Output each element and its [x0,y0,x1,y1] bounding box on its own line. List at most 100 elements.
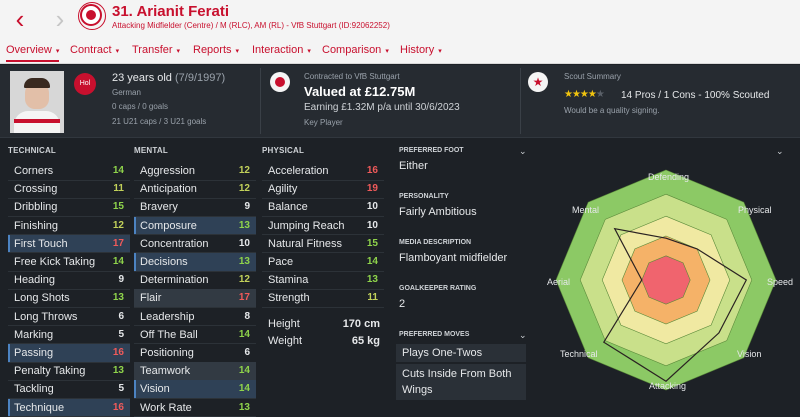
tab-overview[interactable]: Overview ▾ [6,44,60,62]
attribute-value: 17 [112,237,124,249]
attribute-name: Dribbling [14,201,58,214]
attribute-row[interactable]: Decisions 13 [134,253,256,271]
attribute-row[interactable]: Agility 19 [262,180,384,198]
attribute-radar: ⌄ [532,146,800,417]
attribute-name: Free Kick Taking [14,256,96,268]
attribute-name: Long Throws [14,310,78,323]
height-label: Height [268,318,300,330]
attribute-row[interactable]: Marking 5 [8,326,130,344]
attribute-value: 13 [238,219,250,231]
attribute-name: Acceleration [268,165,329,177]
attribute-row[interactable]: Aggression 12 [134,162,256,180]
chevron-down-icon: ▾ [385,48,389,55]
attribute-value: 17 [238,292,250,304]
attribute-value: 12 [238,165,250,176]
attribute-name: Composure [140,219,197,232]
attribute-row[interactable]: Heading 9 [8,271,130,289]
attribute-row[interactable]: Composure 13 [134,216,256,235]
tab-contract[interactable]: Contract ▾ [70,44,119,56]
attribute-row[interactable]: Stamina 13 [262,271,384,289]
attribute-name: Strength [268,292,310,305]
attribute-row[interactable]: Anticipation 12 [134,180,256,198]
player-subtitle: Attacking Midfielder (Centre) / M (RLC),… [112,21,390,30]
chevron-down-icon: ▾ [115,48,120,55]
attribute-row[interactable]: Tackling 5 [8,380,130,398]
attribute-name: Agility [268,183,298,196]
attribute-row[interactable]: Leadership 8 [134,308,256,326]
attribute-row[interactable]: Natural Fitness 15 [262,235,384,253]
radar-chart [555,169,777,391]
personality-label: PERSONALITY [399,193,449,200]
player-age: 23 years old (7/9/1997) [112,72,226,84]
technical-title: TECHNICAL [8,146,57,155]
forward-icon[interactable]: › [48,6,72,32]
attribute-row[interactable]: Bravery 9 [134,198,256,216]
attribute-row[interactable]: Flair 17 [134,289,256,308]
tab-history[interactable]: History ▾ [400,44,442,56]
attribute-row[interactable]: Jumping Reach 10 [262,217,384,235]
attribute-row[interactable]: Dribbling 15 [8,198,130,216]
attribute-name: First Touch [14,237,68,250]
attribute-name: Finishing [14,219,59,232]
attribute-row[interactable]: Teamwork 14 [134,362,256,381]
attribute-row[interactable]: Crossing 11 [8,180,130,198]
attribute-row[interactable]: Passing 16 [8,344,130,362]
attribute-name: Positioning [140,347,194,359]
attribute-value: 14 [366,256,378,267]
tab-comparison[interactable]: Comparison ▾ [322,44,389,56]
attribute-name: Marking [14,328,54,341]
attribute-value: 10 [366,219,378,231]
preferred-move: Cuts Inside From Both Wings [396,364,526,400]
attribute-row[interactable]: Corners 14 [8,162,130,180]
attribute-value: 11 [367,292,378,304]
attribute-row[interactable]: Strength 11 [262,289,384,307]
chevron-down-icon[interactable]: ⌄ [519,330,527,341]
attribute-row[interactable]: Finishing 12 [8,217,130,235]
weight-label: Weight [268,335,303,347]
attribute-name: Bravery [140,201,178,214]
radar-label-mental: Mental [572,205,600,215]
contract-club-icon [270,72,290,92]
attribute-name: Long Shots [14,292,70,305]
attribute-row[interactable]: Balance 10 [262,198,384,216]
attribute-row[interactable]: Work Rate 13 [134,399,256,417]
chevron-down-icon[interactable]: ⌄ [519,146,527,157]
attribute-row[interactable]: Technique 16 [8,398,130,417]
attribute-value: 15 [366,237,378,249]
goalkeeper-rating: 2 [399,298,406,310]
player-photo [10,71,64,133]
squad-status: Key Player [304,118,343,127]
attribute-row[interactable]: Determination 12 [134,271,256,289]
attribute-row[interactable]: Free Kick Taking 14 [8,253,130,271]
tab-interaction[interactable]: Interaction ▾ [252,44,311,56]
attribute-row[interactable]: First Touch 17 [8,234,130,253]
club-badge-icon[interactable] [78,2,106,30]
attribute-row[interactable]: Positioning 6 [134,344,256,362]
chevron-down-icon[interactable]: ⌄ [776,146,784,157]
tab-reports[interactable]: Reports ▾ [193,44,239,56]
chevron-down-icon: ▾ [55,48,60,55]
attribute-value: 14 [238,365,250,377]
scout-star-rating: ★★★★★ [564,89,605,100]
radar-label-attacking: Attacking [649,381,687,391]
nation-flag-icon[interactable]: Hol [74,73,96,95]
u21-caps: 21 U21 caps / 3 U21 goals [112,117,207,126]
attribute-row[interactable]: Off The Ball 14 [134,326,256,344]
attribute-value: 13 [112,292,124,304]
attribute-value: 19 [366,183,378,195]
attribute-name: Technique [14,401,65,414]
attribute-row[interactable]: Vision 14 [134,380,256,399]
attribute-row[interactable]: Long Shots 13 [8,289,130,307]
attribute-row[interactable]: Pace 14 [262,253,384,271]
star-icon: ★ [528,72,548,92]
attribute-row[interactable]: Concentration 10 [134,235,256,253]
attribute-row[interactable]: Acceleration 16 [262,162,384,180]
radar-label-vision: Vision [737,349,762,359]
player-value: Valued at £12.75M [304,84,416,99]
attribute-name: Passing [14,347,54,359]
attribute-row[interactable]: Penalty Taking 13 [8,362,130,380]
tab-transfer[interactable]: Transfer ▾ [132,44,180,56]
back-icon[interactable]: ‹ [8,6,32,32]
attribute-value: 16 [112,347,124,358]
attribute-row[interactable]: Long Throws 6 [8,308,130,326]
